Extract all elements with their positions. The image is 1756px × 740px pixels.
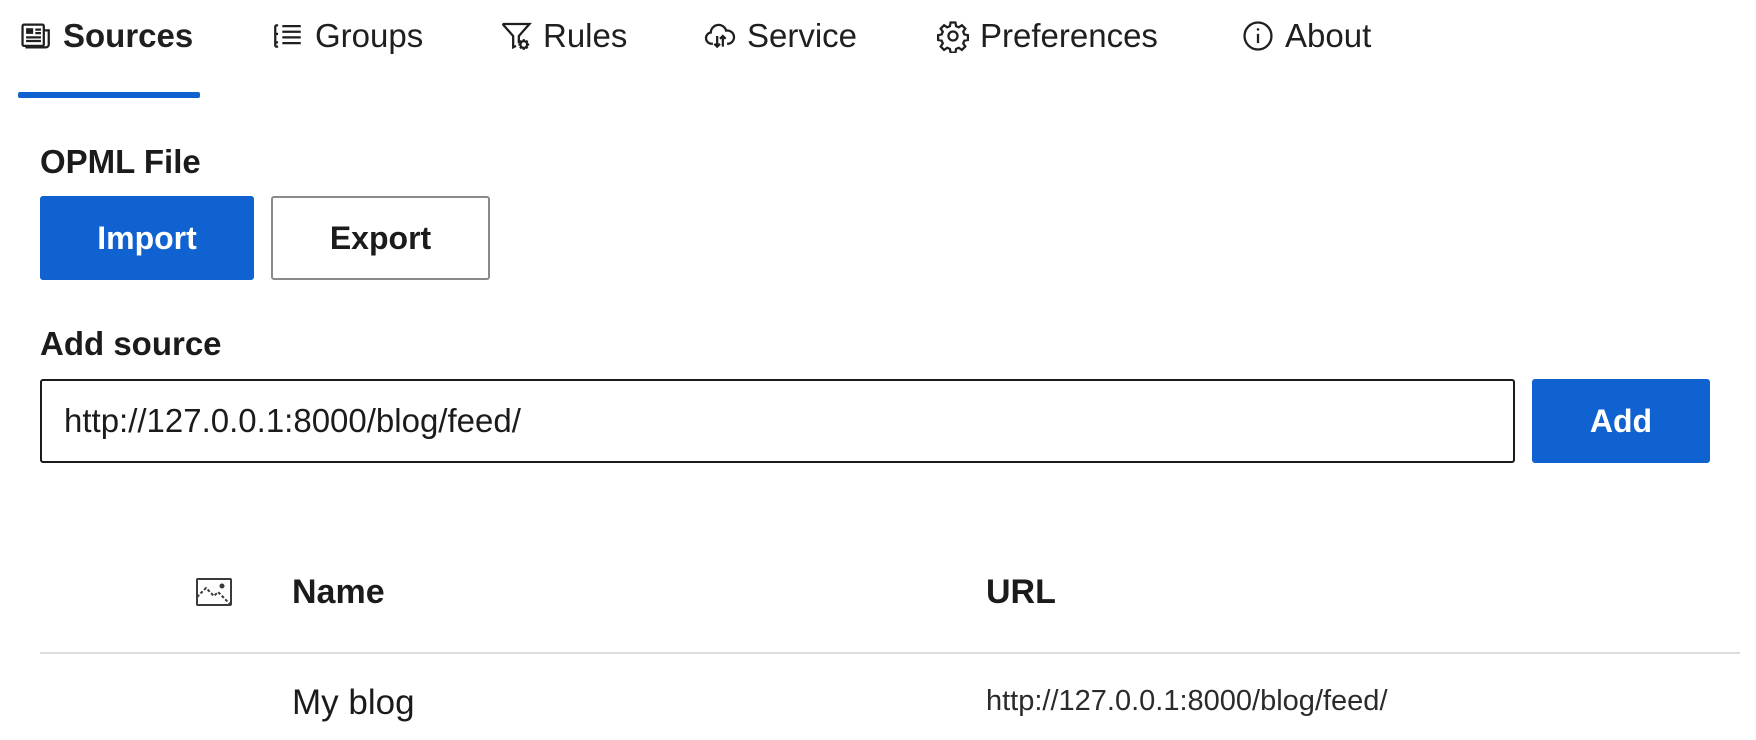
tab-about[interactable]: About	[1240, 0, 1371, 100]
sources-icon	[18, 18, 54, 54]
tab-label: About	[1285, 17, 1372, 54]
import-button[interactable]: Import	[40, 196, 254, 280]
tab-label: Preferences	[980, 17, 1158, 54]
export-button[interactable]: Export	[271, 196, 490, 280]
list-icon	[270, 18, 306, 54]
info-icon	[1240, 18, 1276, 54]
cloud-sync-icon	[702, 18, 738, 54]
tab-label: Service	[747, 17, 858, 54]
source-name[interactable]: My blog	[292, 683, 415, 723]
active-tab-indicator	[18, 92, 200, 98]
tab-service[interactable]: Service	[702, 0, 857, 100]
source-url: http://127.0.0.1:8000/blog/feed/	[986, 685, 1388, 717]
filter-settings-icon	[498, 18, 534, 54]
column-header-name[interactable]: Name	[292, 573, 385, 612]
source-url-input[interactable]	[40, 379, 1515, 463]
tab-groups[interactable]: Groups	[270, 0, 423, 100]
add-button[interactable]: Add	[1532, 379, 1710, 463]
table-divider	[40, 652, 1740, 654]
gear-icon	[935, 18, 971, 54]
image-icon	[194, 575, 234, 611]
tab-bar: Sources Groups Rules Service Preferences…	[0, 0, 1756, 100]
tab-rules[interactable]: Rules	[498, 0, 627, 100]
opml-section-title: OPML File	[40, 143, 201, 180]
tab-preferences[interactable]: Preferences	[935, 0, 1158, 100]
tab-label: Sources	[63, 17, 194, 54]
settings-page: Sources Groups Rules Service Preferences…	[0, 0, 1756, 740]
tab-label: Groups	[315, 17, 424, 54]
add-source-title: Add source	[40, 325, 222, 362]
tab-label: Rules	[543, 17, 628, 54]
column-header-url[interactable]: URL	[986, 573, 1056, 612]
tab-sources[interactable]: Sources	[18, 0, 193, 100]
